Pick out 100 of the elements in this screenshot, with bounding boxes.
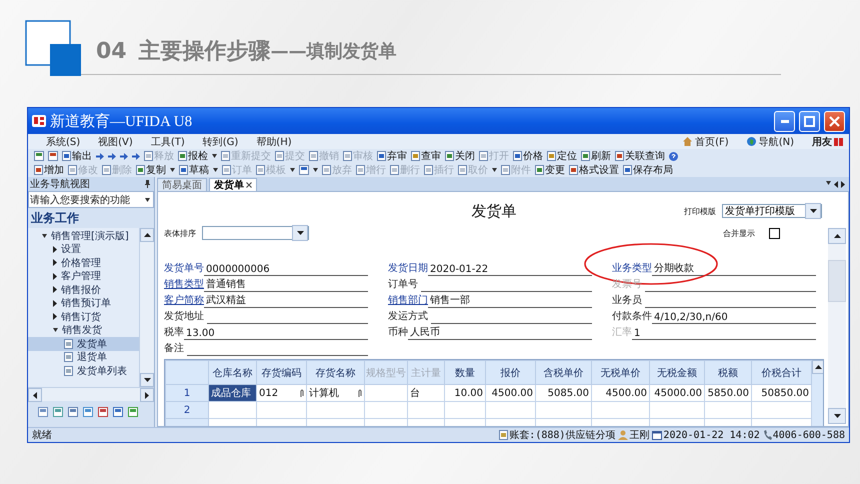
toolbar-button[interactable]: 变更	[535, 163, 565, 177]
search-field[interactable]: 请输入您要搜索的功能	[28, 191, 154, 208]
menu-item[interactable]: 转到(G)	[202, 134, 238, 148]
template-select[interactable]: 发货单打印模版	[722, 204, 822, 218]
column-header[interactable]: 数量	[444, 360, 486, 384]
tab[interactable]: 发货单	[209, 178, 257, 191]
tree-item[interactable]: 销售订货	[28, 310, 139, 324]
column-header[interactable]: 存货编码	[256, 360, 306, 384]
column-header[interactable]: 无税金额	[650, 360, 704, 384]
page-icon	[64, 352, 73, 362]
column-header[interactable]: 报价	[486, 360, 536, 384]
toolbar-button[interactable]: 定位	[547, 149, 577, 163]
toolbar-button[interactable]: 报检	[178, 149, 208, 163]
scrollbar[interactable]	[812, 360, 823, 426]
help-icon[interactable]	[669, 152, 678, 160]
field-value[interactable]: 1	[632, 328, 816, 340]
status-item: 4006-600-588	[762, 430, 845, 440]
tree-item[interactable]: 销售管理[演示版]	[28, 229, 139, 242]
scroll-down-button[interactable]	[828, 408, 846, 424]
column-header[interactable]: 价税合计	[752, 360, 812, 384]
window-icon[interactable]	[128, 407, 138, 417]
tree-item[interactable]: 销售发货	[28, 324, 139, 337]
scrollbar[interactable]	[28, 387, 154, 401]
menu-link[interactable]: 导航(N)	[746, 134, 794, 148]
tree-item[interactable]: 发货单	[28, 337, 139, 350]
column-header[interactable]: 无税单价	[592, 360, 650, 384]
field-value[interactable]: 销售一部	[428, 293, 592, 308]
menu-item[interactable]: 工具(T)	[150, 134, 185, 148]
page-icon	[499, 430, 508, 440]
toolbar-button[interactable]: 价格	[513, 149, 543, 163]
scroll-up-button[interactable]	[812, 360, 823, 374]
toolbar-button[interactable]: 输出	[62, 149, 92, 163]
field-link[interactable]: 客户简称	[164, 293, 204, 308]
window-icon[interactable]	[98, 407, 108, 417]
tree-item[interactable]: 销售预订单	[28, 296, 139, 310]
sort-label: 表体排序	[164, 228, 196, 238]
menu-item[interactable]: 系统(S)	[46, 134, 80, 148]
caret-icon	[313, 168, 318, 172]
window-icon[interactable]	[113, 407, 123, 417]
dropdown-button[interactable]	[292, 225, 308, 241]
scroll-thumb[interactable]	[828, 260, 846, 302]
table-cell: 5085.00	[536, 384, 592, 402]
caret-icon	[145, 198, 150, 202]
toolbar-button[interactable]: 复制	[136, 163, 166, 177]
field-value[interactable]: 普通销售	[204, 277, 368, 292]
field-value[interactable]: 0000000006	[204, 264, 368, 276]
dropdown-button[interactable]	[805, 203, 821, 219]
tree-item[interactable]: 退货单	[28, 350, 139, 364]
up-arrow-icon	[814, 365, 822, 369]
toolbar-button[interactable]: 查审	[411, 149, 441, 163]
merge-checkbox[interactable]	[769, 228, 780, 238]
tree-item[interactable]: 销售报价	[28, 283, 139, 296]
tree-item[interactable]: 发货单列表	[28, 364, 139, 378]
field-link[interactable]: 销售部门	[388, 293, 428, 308]
column-header[interactable]: 存货名称	[306, 360, 364, 384]
field-value[interactable]: 13.00	[184, 328, 368, 340]
scroll-left-button[interactable]	[28, 388, 42, 402]
toolbar-button[interactable]: 增加	[34, 163, 64, 177]
minimize-button[interactable]	[774, 110, 795, 132]
page-icon[interactable]	[34, 151, 44, 161]
field-value[interactable]: 2020-01-22	[428, 264, 592, 276]
tree-item[interactable]: 客户管理	[28, 270, 139, 283]
toolbar-button[interactable]: 格式设置	[569, 163, 619, 177]
scroll-right-button[interactable]	[140, 388, 154, 402]
close-button[interactable]	[824, 110, 845, 132]
field-value[interactable]: 人民币	[408, 325, 592, 340]
menu-item[interactable]: 视图(V)	[98, 134, 133, 148]
page-icon[interactable]	[299, 165, 309, 175]
toolbar-button[interactable]: 关闭	[445, 149, 475, 163]
scrollbar[interactable]	[828, 228, 846, 424]
column-header[interactable]: 含税单价	[536, 360, 592, 384]
pin-icon[interactable]	[145, 180, 150, 188]
field-label: 汇率	[612, 326, 632, 340]
column-header[interactable]: 仓库名称	[208, 360, 256, 384]
column-header[interactable]: 税额	[704, 360, 752, 384]
field-link[interactable]: 销售类型	[164, 277, 204, 292]
tree-item[interactable]: 设置	[28, 242, 139, 256]
page-icon[interactable]	[48, 151, 58, 161]
window-icon[interactable]	[53, 407, 63, 417]
toolbar-button[interactable]: 刷新	[581, 149, 611, 163]
window-icon[interactable]	[68, 407, 78, 417]
scroll-up-button[interactable]	[140, 228, 154, 242]
menu-item[interactable]: 帮助(H)	[256, 134, 292, 148]
toolbar-button[interactable]: 保存布局	[623, 163, 673, 177]
field-value[interactable]: 分期收款	[652, 261, 816, 276]
maximize-button[interactable]	[799, 110, 820, 132]
field-value[interactable]: 武汉精益	[204, 293, 368, 308]
scrollbar[interactable]	[139, 228, 154, 387]
field-value[interactable]: 4/10,2/30,n/60	[652, 312, 816, 324]
window-icon[interactable]	[38, 407, 48, 417]
menu-link[interactable]: 首页(F)	[683, 134, 729, 148]
toolbar-button[interactable]: 草稿	[179, 163, 209, 177]
toolbar-button[interactable]: 关联查询	[615, 149, 665, 163]
window-icon[interactable]	[83, 407, 93, 417]
tree-item[interactable]: 价格管理	[28, 256, 139, 270]
tab[interactable]: 简易桌面	[157, 178, 207, 191]
toolbar-button[interactable]: 弃审	[377, 149, 407, 163]
page-icon	[102, 165, 111, 175]
scroll-up-button[interactable]	[828, 228, 846, 244]
scroll-down-button[interactable]	[140, 373, 154, 387]
